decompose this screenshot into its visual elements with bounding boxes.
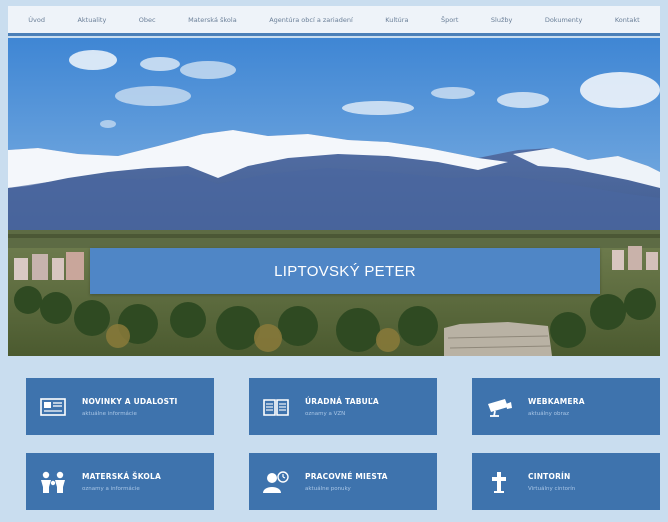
nav-item-aktuality[interactable]: Aktuality: [77, 16, 106, 24]
tile-news-title: NOVINKY A UDALOSTI: [82, 396, 178, 406]
tile-news-subtitle: aktuálne informácie: [82, 410, 137, 417]
nav-item-sport[interactable]: Šport: [441, 16, 458, 24]
tile-news[interactable]: NOVINKY A UDALOSTI aktuálne informácie: [26, 378, 214, 435]
tile-cemetery-title: CINTORÍN: [528, 471, 571, 481]
nav-item-uvod[interactable]: Úvod: [28, 16, 45, 24]
nav-item-agentura[interactable]: Agentúra obcí a zariadení: [269, 16, 353, 24]
tile-webcam-title: WEBKAMERA: [528, 396, 585, 406]
tile-jobs-subtitle: aktuálne ponuky: [305, 485, 351, 492]
site-title: LIPTOVSKÝ PETER: [274, 262, 416, 280]
site-title-banner: LIPTOVSKÝ PETER: [90, 248, 600, 294]
nav-item-kultura[interactable]: Kultúra: [385, 16, 408, 24]
nav-item-obec[interactable]: Obec: [139, 16, 156, 24]
top-navigation: Úvod Aktuality Obec Materská škola Agent…: [8, 6, 660, 36]
hero-image: [8, 38, 660, 356]
nav-item-materska-skola[interactable]: Materská škola: [188, 16, 237, 24]
newspaper-icon: [38, 392, 68, 422]
tile-cemetery[interactable]: CINTORÍN Virtuálny cintorín: [472, 453, 660, 510]
tile-cemetery-subtitle: Virtuálny cintorín: [528, 485, 576, 492]
tile-webcam-subtitle: aktuálny obraz: [528, 410, 569, 417]
job-icon: [261, 467, 291, 497]
tile-official-board[interactable]: ÚRADNÁ TABUĽA oznamy a VZN: [249, 378, 437, 435]
tile-jobs[interactable]: PRACOVNÉ MIESTA aktuálne ponuky: [249, 453, 437, 510]
open-book-icon: [261, 392, 291, 422]
tile-kindergarten-title: MATERSKÁ ŠKOLA: [82, 471, 161, 481]
tile-kindergarten-subtitle: oznamy a informácie: [82, 485, 140, 492]
tile-webcam[interactable]: WEBKAMERA aktuálny obraz: [472, 378, 660, 435]
tile-official-board-subtitle: oznamy a VZN: [305, 410, 346, 417]
nav-item-sluzby[interactable]: Služby: [491, 16, 512, 24]
tile-jobs-title: PRACOVNÉ MIESTA: [305, 471, 388, 481]
cross-icon: [484, 467, 514, 497]
camera-icon: [484, 392, 514, 422]
tile-kindergarten[interactable]: MATERSKÁ ŠKOLA oznamy a informácie: [26, 453, 214, 510]
quick-links: NOVINKY A UDALOSTI aktuálne informácie Ú…: [8, 362, 660, 518]
nav-item-kontakt[interactable]: Kontakt: [615, 16, 640, 24]
family-icon: [38, 467, 68, 497]
nav-item-dokumenty[interactable]: Dokumenty: [545, 16, 583, 24]
tile-official-board-title: ÚRADNÁ TABUĽA: [305, 396, 379, 406]
